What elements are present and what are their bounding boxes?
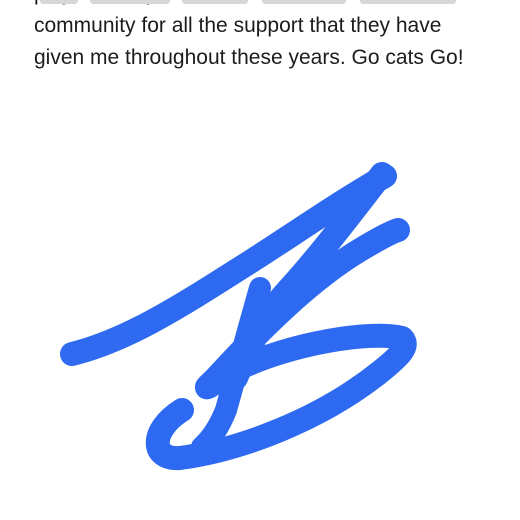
handwritten-signature: [40, 0, 456, 470]
clipped-text-fragments: [40, 0, 456, 4]
note-page: player. Lastly I would like to thank the…: [0, 0, 520, 520]
signature-strokes: [60, 162, 417, 470]
